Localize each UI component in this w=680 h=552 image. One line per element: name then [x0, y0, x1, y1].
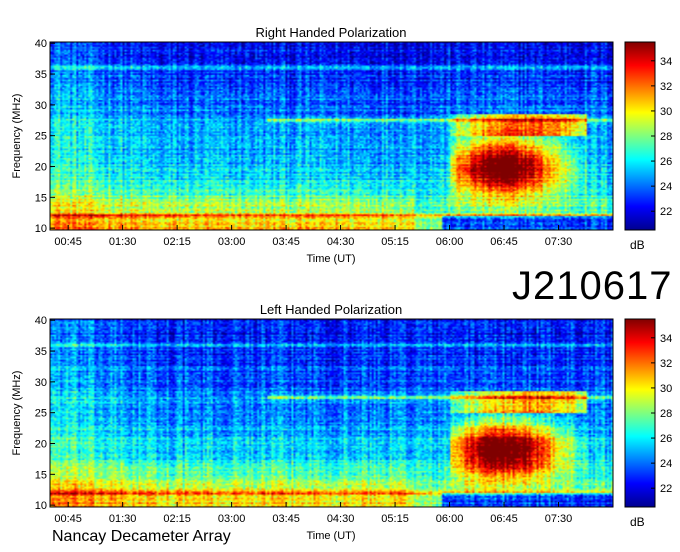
x-tick-label: 06:00: [436, 513, 464, 525]
y-tick-label: 30: [35, 100, 47, 112]
panel-title: Left Handed Polarization: [260, 302, 402, 317]
colorbar-tick-label: 28: [660, 131, 672, 143]
panel-left-polarization: Left Handed Polarization 10152025303540 …: [11, 302, 672, 542]
x-tick-label: 01:30: [109, 236, 137, 248]
x-tick-label: 06:00: [436, 236, 464, 248]
y-tick-label: 10: [35, 500, 47, 512]
y-axis-label: Frequency (MHz): [11, 371, 23, 456]
colorbar-tick-label: 24: [660, 181, 672, 193]
y-tick-label: 20: [35, 439, 47, 451]
y-tick-label: 25: [35, 408, 47, 420]
y-tick-label: 35: [35, 69, 47, 81]
spectrogram-image: [50, 319, 613, 507]
y-tick-label: 30: [35, 377, 47, 389]
x-tick-label: 06:45: [490, 236, 518, 248]
x-tick-label: 02:15: [163, 513, 191, 525]
x-tick-label: 04:30: [327, 513, 355, 525]
x-tick-label: 07:30: [545, 236, 573, 248]
colorbar-tick-label: 26: [660, 156, 672, 168]
y-axis-label: Frequency (MHz): [11, 94, 23, 179]
x-tick-label: 03:00: [218, 236, 246, 248]
colorbar: [624, 41, 656, 231]
x-tick-label: 04:30: [327, 236, 355, 248]
colorbar-tick-label: 34: [660, 333, 672, 345]
colorbar-tick-label: 32: [660, 358, 672, 370]
colorbar-unit: dB: [630, 515, 645, 529]
x-tick-label: 00:45: [54, 236, 82, 248]
colorbar-tick-label: 30: [660, 106, 672, 118]
x-axis-label: Time (UT): [306, 530, 355, 542]
colorbar-tick-label: 30: [660, 383, 672, 395]
spectrogram-image: [50, 42, 613, 230]
colorbar-tick-label: 24: [660, 458, 672, 470]
y-tick-label: 20: [35, 162, 47, 174]
colorbar-tick-label: 28: [660, 408, 672, 420]
x-tick-label: 07:30: [545, 513, 573, 525]
colorbar-tick-label: 32: [660, 81, 672, 93]
y-tick-label: 25: [35, 131, 47, 143]
y-tick-label: 40: [35, 38, 47, 50]
y-tick-label: 15: [35, 469, 47, 481]
y-tick-label: 10: [35, 223, 47, 235]
colorbar-tick-label: 34: [660, 56, 672, 68]
colorbar: [624, 318, 656, 508]
x-tick-label: 03:45: [272, 513, 300, 525]
colorbar-tick-label: 26: [660, 433, 672, 445]
x-tick-label: 00:45: [54, 513, 82, 525]
x-tick-label: 02:15: [163, 236, 191, 248]
colorbar-tick-label: 22: [660, 206, 672, 218]
x-tick-label: 05:15: [381, 513, 409, 525]
x-tick-label: 03:45: [272, 236, 300, 248]
panel-right-polarization: Right Handed Polarization 10 15 20 25 30 35 40…: [11, 25, 672, 265]
colorbar-unit: dB: [630, 238, 645, 252]
y-tick-label: 35: [35, 346, 47, 358]
x-axis-label: Time (UT): [306, 253, 355, 265]
panel-title: Right Handed Polarization: [255, 25, 406, 40]
instrument-name: Nancay Decameter Array: [52, 528, 231, 545]
x-tick-label: 03:00: [218, 513, 246, 525]
x-tick-label: 01:30: [109, 513, 137, 525]
x-tick-label: 05:15: [381, 236, 409, 248]
x-tick-label: 06:45: [490, 513, 518, 525]
observation-id: J210617: [512, 264, 673, 308]
y-tick-label: 40: [35, 315, 47, 327]
y-tick-label: 15: [35, 192, 47, 204]
colorbar-tick-label: 22: [660, 483, 672, 495]
